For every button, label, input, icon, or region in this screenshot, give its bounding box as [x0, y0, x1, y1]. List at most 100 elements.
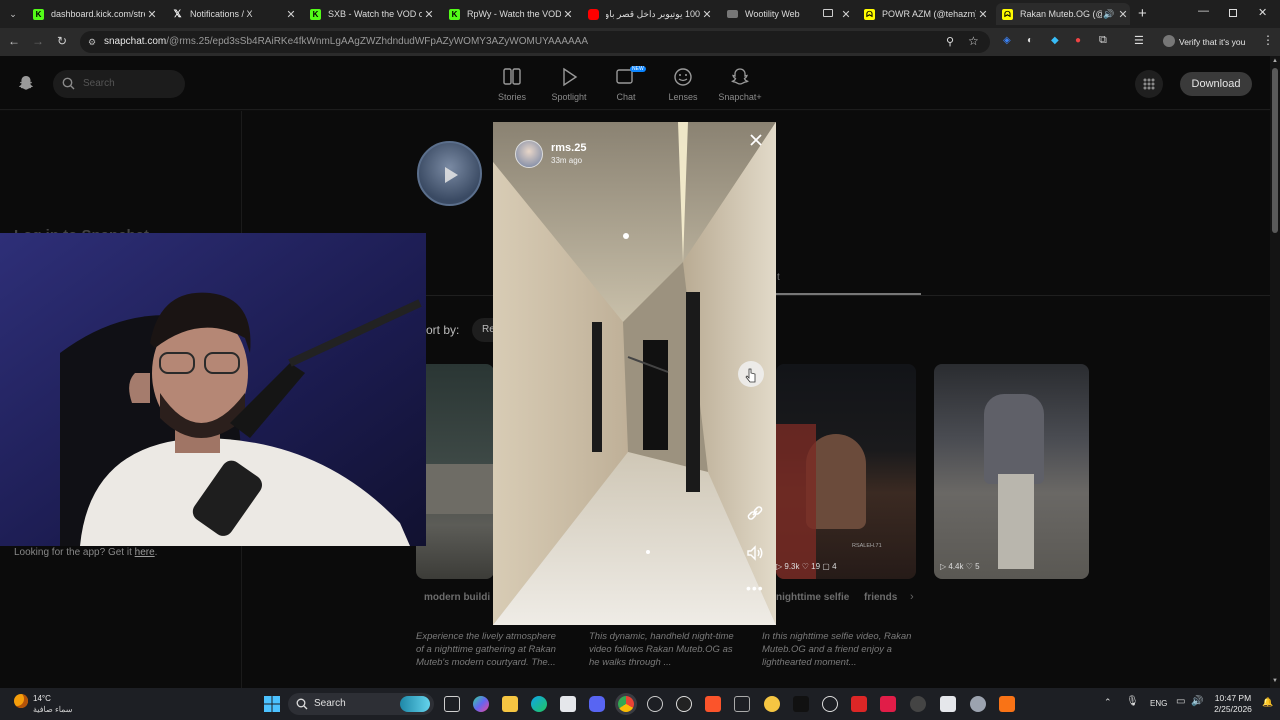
close-tab-icon[interactable]: ✕ [422, 8, 436, 21]
close-tab-icon[interactable]: ✕ [145, 8, 159, 21]
app-icon[interactable] [676, 696, 692, 712]
download-button[interactable]: Download [1180, 72, 1252, 96]
tab-media-icon[interactable] [823, 9, 833, 17]
nav-spotlight[interactable]: Spotlight [539, 66, 599, 102]
browser-tab[interactable]: Wootility Web ✕ [721, 3, 853, 25]
site-info-icon[interactable]: ⚙ [88, 37, 96, 48]
zoom-icon[interactable]: ⚲ [946, 35, 954, 48]
app-icon[interactable] [822, 696, 838, 712]
story-username[interactable]: rms.25 [551, 142, 586, 154]
extension-icon[interactable]: ● [1075, 35, 1081, 46]
search-input[interactable]: Search [53, 70, 185, 98]
restore-button[interactable] [1229, 9, 1237, 17]
edge-icon[interactable] [531, 696, 547, 712]
notification-bell-icon[interactable]: 🔔 [1262, 697, 1273, 708]
close-tab-icon[interactable]: ✕ [700, 8, 714, 21]
task-view-icon[interactable] [444, 696, 460, 712]
nav-snapchat-plus[interactable]: Snapchat+ [710, 66, 770, 102]
taskbar-search-box[interactable]: Search [288, 693, 434, 715]
browser-menu-icon[interactable]: ⋮ [1262, 33, 1274, 47]
profile-tab-fragment[interactable]: t [777, 272, 780, 283]
app-icon[interactable] [880, 696, 896, 712]
close-window-button[interactable]: ✕ [1258, 6, 1267, 19]
chrome-icon[interactable] [618, 696, 634, 712]
copilot-icon[interactable] [473, 696, 489, 712]
volume-icon[interactable]: 🔊 [1191, 696, 1203, 707]
story-author-avatar[interactable] [515, 140, 543, 168]
tiktok-icon[interactable] [793, 696, 809, 712]
keyboard-language[interactable]: ENG [1150, 699, 1167, 708]
tags-chevron-right-icon[interactable]: › [910, 591, 914, 603]
app-active-icon[interactable] [999, 696, 1015, 712]
story-viewer[interactable] [493, 122, 776, 625]
app-icon[interactable] [734, 696, 750, 712]
store-icon[interactable] [560, 696, 576, 712]
speaker-icon[interactable]: 🔊 [1102, 9, 1116, 20]
network-icon[interactable]: ▭ [1176, 696, 1185, 707]
spotlight-card[interactable]: RSALEH.71 ▷ 9.3k ♡ 19 ▢ 4 [776, 364, 916, 579]
extension-icon[interactable]: ◆ [1051, 35, 1059, 46]
scroll-down-arrow[interactable]: ▼ [1272, 678, 1278, 684]
browser-tab-active[interactable]: ᗣ Rakan Muteb.OG (@ 🔊 ✕ [996, 3, 1130, 25]
file-explorer-icon[interactable] [502, 696, 518, 712]
mute-toggle-button[interactable] [745, 543, 765, 563]
copy-link-button[interactable] [745, 503, 765, 523]
reload-button[interactable]: ↻ [54, 34, 70, 48]
close-tab-icon[interactable]: ✕ [284, 8, 298, 21]
next-story-button[interactable] [738, 361, 764, 387]
start-button[interactable] [264, 696, 280, 712]
more-options-button[interactable]: ••• [746, 580, 764, 596]
nav-stories[interactable]: Stories [482, 66, 542, 102]
app-notification-icon[interactable] [764, 696, 780, 712]
browser-tab[interactable]: 𝕏 Notifications / X ✕ [166, 3, 298, 25]
weather-widget[interactable]: 14°C سماء صافية [0, 688, 90, 720]
browser-tab[interactable]: K dashboard.kick.com/strea ✕ [27, 3, 159, 25]
scroll-up-arrow[interactable]: ▲ [1272, 58, 1278, 64]
forward-button[interactable]: → [30, 34, 46, 48]
browser-tab[interactable]: K RpWy - Watch the VOD o ✕ [443, 3, 575, 25]
app-icon[interactable] [647, 696, 663, 712]
nav-chat[interactable]: NEW Chat [596, 66, 656, 102]
card-tag[interactable]: friends [864, 592, 897, 603]
app-get-link[interactable]: here [135, 547, 155, 558]
card-tag[interactable]: nighttime selfie [776, 592, 849, 603]
scrollbar-thumb[interactable] [1272, 68, 1278, 233]
spotlight-card[interactable] [416, 364, 494, 579]
app-icon[interactable] [940, 696, 956, 712]
extension-icon[interactable]: ◐ [1027, 35, 1033, 46]
browser-tab[interactable]: K SXB - Watch the VOD on ✕ [304, 3, 436, 25]
bookmark-star-icon[interactable]: ☆ [968, 34, 979, 48]
discord-icon[interactable] [589, 696, 605, 712]
nav-lenses[interactable]: Lenses [653, 66, 713, 102]
new-tab-button[interactable]: + [1138, 5, 1147, 22]
profile-avatar[interactable] [1163, 35, 1175, 47]
app-icon[interactable] [910, 696, 926, 712]
card-tag[interactable]: modern buildi [424, 592, 490, 603]
tab-search-icon[interactable]: ☰ [1134, 34, 1144, 47]
system-clock[interactable]: 10:47 PM 2/25/2026 [1208, 693, 1258, 715]
address-bar[interactable]: ⚙ snapchat.com/@rms.25/epd3sSb4RAiRKe4fk… [80, 31, 990, 53]
close-tab-icon[interactable]: ✕ [561, 8, 575, 21]
back-button[interactable]: ← [6, 34, 22, 48]
profile-avatar-large[interactable] [417, 141, 482, 206]
sort-dropdown[interactable]: Re [472, 318, 495, 342]
snapchat-ghost-logo[interactable] [18, 75, 34, 91]
browser-tab[interactable]: 100 يوتيوبر داخل قصر باور ✕ [582, 3, 714, 25]
close-tab-icon[interactable]: ✕ [1116, 8, 1130, 21]
extensions-puzzle-icon[interactable]: ⧉ [1099, 34, 1107, 47]
minimize-button[interactable]: — [1198, 5, 1209, 17]
profile-label[interactable]: Verify that it's you [1179, 37, 1245, 47]
spotlight-card[interactable]: ▷ 4.4k ♡ 5 [934, 364, 1089, 579]
extension-icon[interactable]: ◈ [1003, 35, 1011, 46]
close-tab-icon[interactable]: ✕ [839, 8, 853, 21]
browser-tab[interactable]: ᗣ POWR AZM (@tehazm) | ✕ [858, 3, 990, 25]
brave-icon[interactable] [705, 696, 721, 712]
tray-overflow-icon[interactable]: ⌃ [1104, 697, 1112, 708]
apps-grid-button[interactable] [1135, 70, 1163, 98]
app-icon[interactable] [851, 696, 867, 712]
tab-search-menu-icon[interactable]: ⌄ [6, 7, 20, 21]
settings-gear-icon[interactable] [970, 696, 986, 712]
close-story-button[interactable] [746, 130, 766, 150]
microphone-icon[interactable]: 🎙 [1126, 696, 1139, 707]
close-tab-icon[interactable]: ✕ [976, 8, 990, 21]
